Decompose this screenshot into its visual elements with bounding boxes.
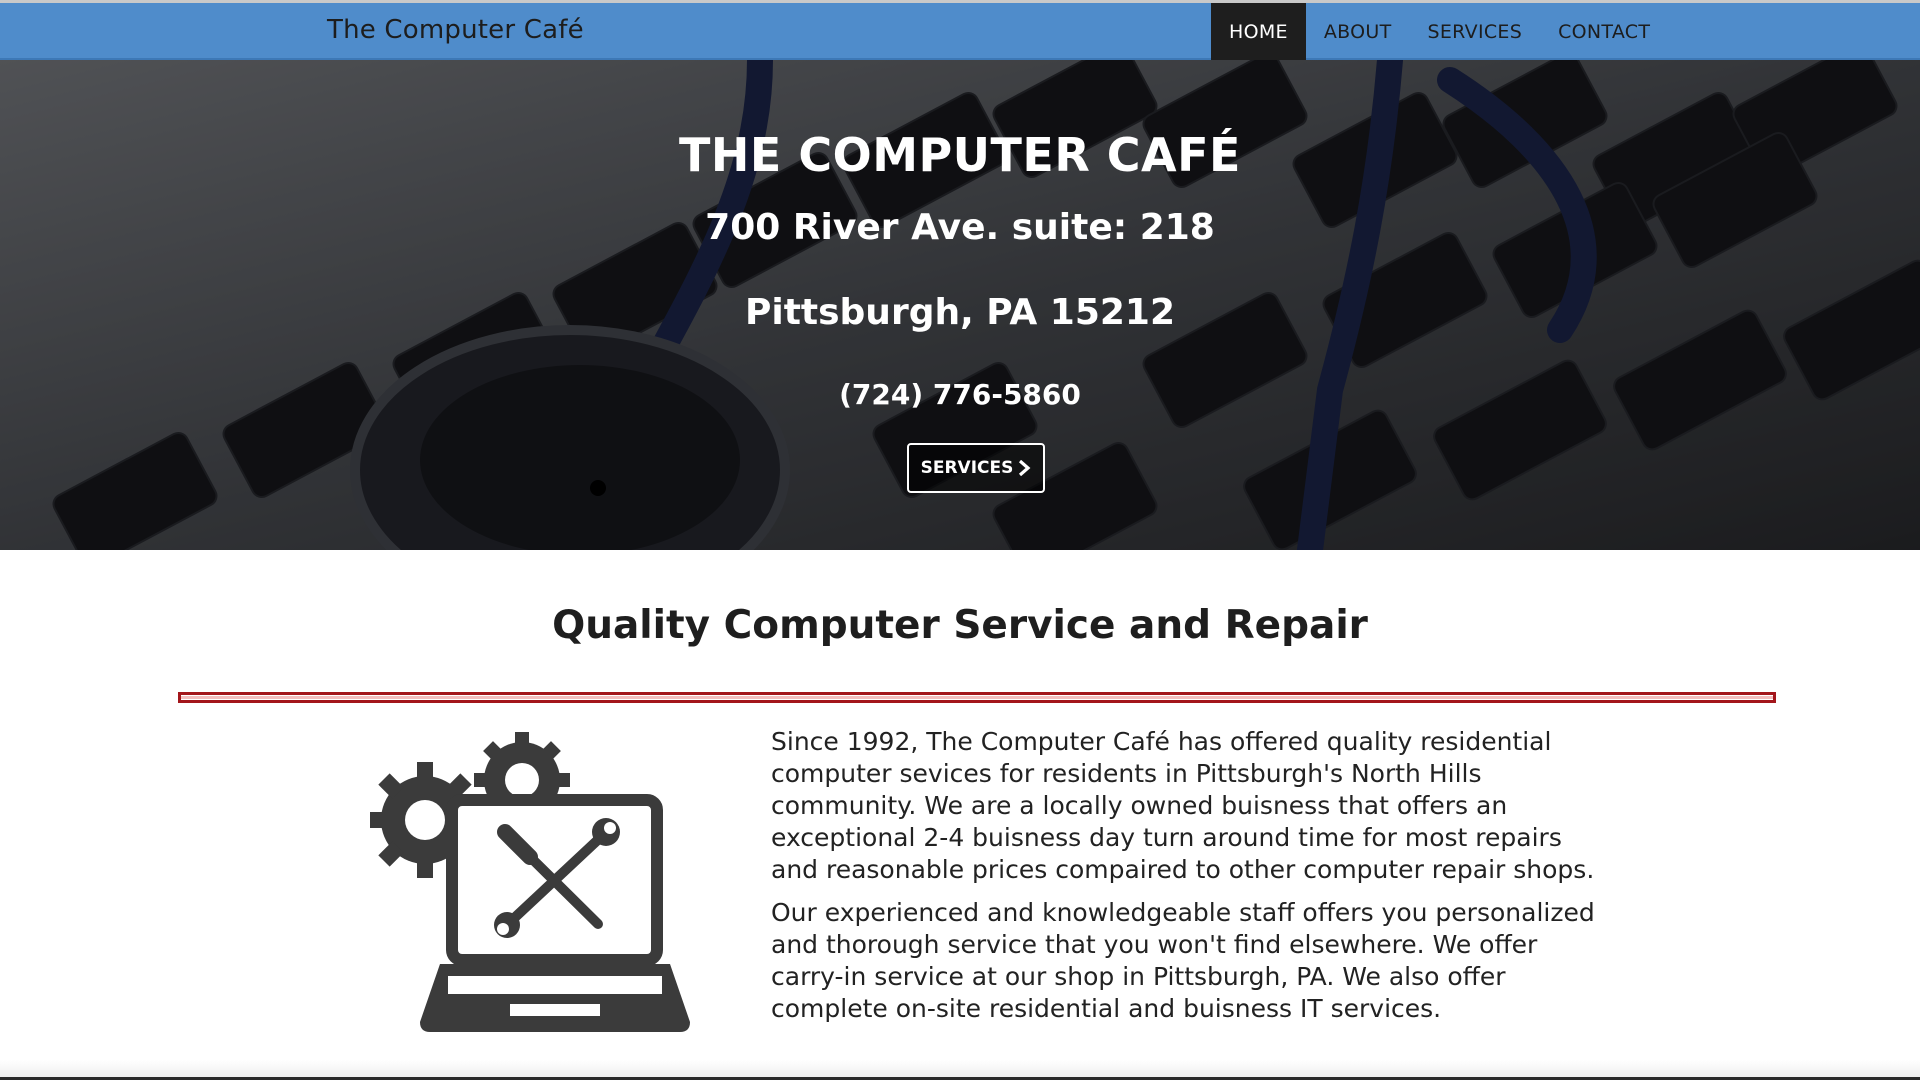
chevron-right-icon (1019, 460, 1031, 476)
hero-address-line2: Pittsburgh, PA 15212 (744, 292, 1176, 333)
navbar: The Computer Café HOME ABOUT SERVICES CO… (0, 3, 1920, 60)
hero-banner: THE COMPUTER CAFÉ 700 River Ave. suite: … (0, 60, 1920, 550)
intro-paragraph-2: Our experienced and knowledgeable staff … (771, 898, 1595, 1023)
section-divider (178, 692, 1776, 703)
page: The Computer Café HOME ABOUT SERVICES CO… (0, 0, 1920, 1080)
nav-link-services[interactable]: SERVICES (1410, 3, 1541, 60)
services-button-label: SERVICES (920, 458, 1014, 478)
intro-paragraph-1: Since 1992, The Computer Café has offere… (771, 727, 1595, 884)
brand-link[interactable]: The Computer Café (327, 15, 584, 45)
nav-links: HOME ABOUT SERVICES CONTACT (1211, 3, 1668, 60)
services-button[interactable]: SERVICES (907, 443, 1045, 493)
nav-link-contact[interactable]: CONTACT (1540, 3, 1668, 60)
hero-address-line1: 700 River Ave. suite: 218 (705, 207, 1215, 248)
nav-link-about[interactable]: ABOUT (1306, 3, 1410, 60)
nav-link-home[interactable]: HOME (1211, 3, 1306, 60)
hero-phone: (724) 776-5860 (839, 378, 1081, 411)
section-heading: Quality Computer Service and Repair (552, 603, 1368, 648)
hero-title: THE COMPUTER CAFÉ (679, 128, 1241, 182)
laptop-repair-gears-icon (370, 732, 690, 1032)
